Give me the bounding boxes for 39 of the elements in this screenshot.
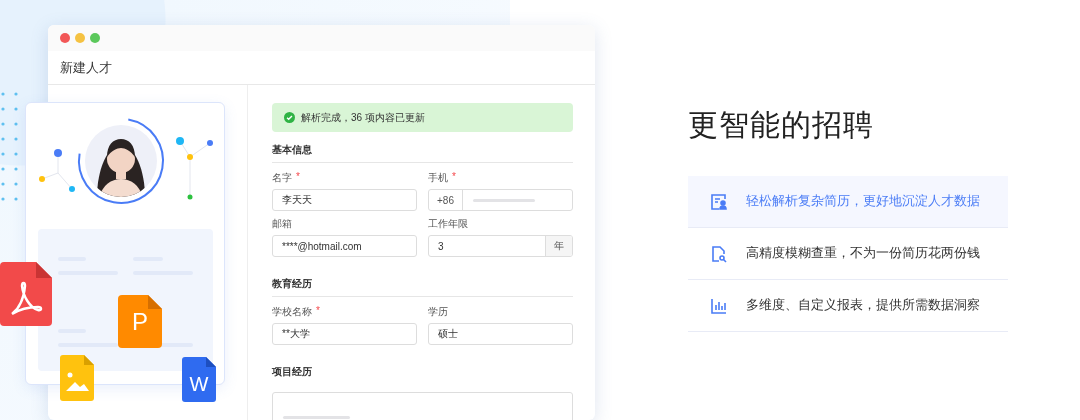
minimize-dot-icon[interactable] bbox=[75, 33, 85, 43]
document-icon bbox=[182, 357, 216, 402]
window-title: 新建人才 bbox=[60, 58, 112, 77]
text-area[interactable] bbox=[272, 392, 573, 420]
check-circle-icon bbox=[284, 112, 295, 123]
phone-field[interactable]: +86 bbox=[428, 189, 573, 211]
document-search-icon bbox=[710, 244, 728, 263]
profile-card-icon bbox=[710, 192, 728, 211]
section-title: 项目经历 bbox=[272, 365, 313, 379]
file-letter: P bbox=[131, 309, 149, 334]
document-icon bbox=[118, 295, 162, 348]
input-field[interactable]: 硕士 bbox=[429, 324, 572, 344]
field-label: 工作年限 bbox=[428, 217, 468, 231]
required-mark: * bbox=[316, 305, 320, 318]
field-label: 手机 bbox=[428, 171, 448, 185]
close-dot-icon[interactable] bbox=[60, 33, 70, 43]
unit-addon: 年 bbox=[545, 236, 572, 256]
required-mark: * bbox=[452, 171, 456, 184]
field-label: 学历 bbox=[428, 305, 448, 319]
years-field[interactable]: 3 年 bbox=[428, 235, 573, 257]
bar-chart-icon bbox=[710, 296, 728, 315]
field-label: 学校名称 bbox=[272, 305, 312, 319]
feature-item[interactable]: 轻松解析复杂简历，更好地沉淀人才数据 bbox=[688, 176, 1008, 228]
field-label: 名字 bbox=[272, 171, 292, 185]
input-field[interactable]: ****@hotmail.com bbox=[273, 236, 416, 256]
input-field[interactable]: **大学 bbox=[273, 324, 416, 344]
file-letter: W bbox=[188, 374, 210, 395]
input-field[interactable]: 李天天 bbox=[273, 190, 416, 210]
country-code: +86 bbox=[429, 190, 463, 210]
feature-item[interactable]: 高精度模糊查重，不为一份简历花两份钱 bbox=[688, 228, 1008, 280]
maximize-dot-icon[interactable] bbox=[90, 33, 100, 43]
alert-text: 解析完成，36 项内容已更新 bbox=[301, 110, 425, 125]
field-label: 邮箱 bbox=[272, 217, 292, 231]
section-title: 教育经历 bbox=[272, 277, 573, 297]
input-field[interactable]: 3 bbox=[429, 236, 545, 256]
hero-title: 更智能的招聘 bbox=[688, 107, 875, 143]
feature-item[interactable]: 多维度、自定义报表，提供所需数据洞察 bbox=[688, 280, 1008, 332]
section-title: 基本信息 bbox=[272, 143, 573, 163]
required-mark: * bbox=[296, 171, 300, 184]
